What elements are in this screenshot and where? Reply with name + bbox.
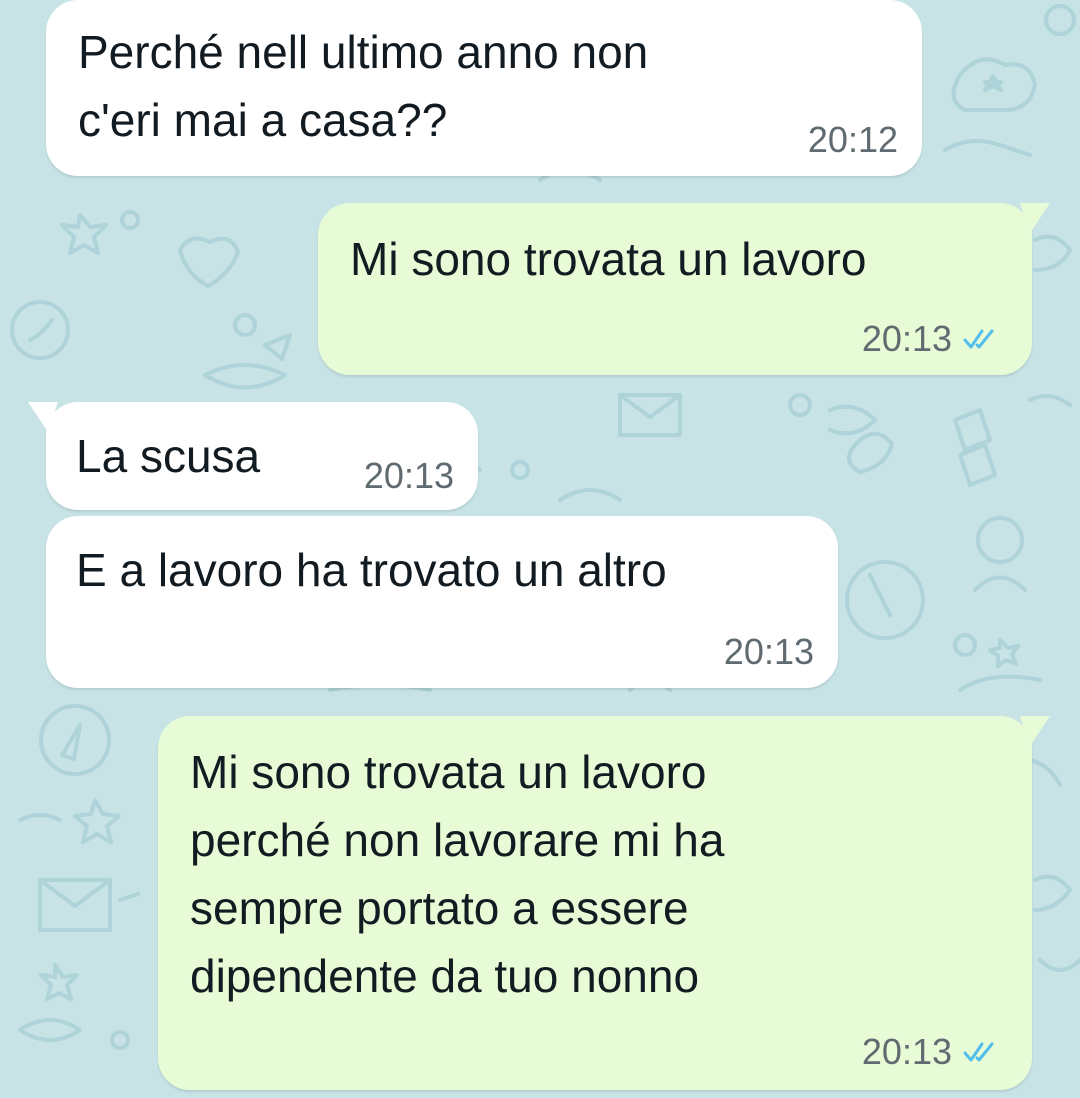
message-text-line: La scusa — [76, 430, 261, 482]
message-timestamp: 20:13 — [363, 455, 454, 496]
double-check-icon — [963, 1042, 994, 1062]
message-bubble-outgoing[interactable]: Mi sono trovata un lavoro 20:13 — [318, 203, 1050, 375]
bubble-tail — [1020, 716, 1050, 746]
bubble-tail — [1020, 203, 1050, 233]
message-bubble-incoming[interactable]: La scusa 20:13 — [28, 402, 478, 510]
message-timestamp: 20:13 — [861, 1031, 952, 1072]
message-text-line: Mi sono trovata un lavoro — [350, 233, 867, 285]
message-bubble-incoming[interactable]: E a lavoro ha trovato un altro 20:13 — [46, 516, 838, 688]
message-bubble-incoming[interactable]: Perché nell ultimo anno non c'eri mai a … — [46, 0, 922, 176]
message-text-line: sempre portato a essere — [190, 882, 689, 934]
message-text-line: dipendente da tuo nonno — [190, 950, 700, 1002]
double-check-icon — [963, 329, 994, 349]
bubble-tail — [28, 402, 58, 432]
message-text-line: Perché nell ultimo anno non — [78, 26, 649, 78]
message-text-line: perché non lavorare mi ha — [190, 814, 725, 866]
message-timestamp: 20:12 — [807, 119, 898, 160]
message-text-line: Mi sono trovata un lavoro — [190, 746, 707, 798]
message-timestamp: 20:13 — [723, 631, 814, 672]
message-text-line: c'eri mai a casa?? — [78, 94, 448, 146]
message-timestamp: 20:13 — [861, 318, 952, 359]
message-bubble-outgoing[interactable]: Mi sono trovata un lavoro perché non lav… — [158, 716, 1050, 1090]
message-text-line: E a lavoro ha trovato un altro — [76, 544, 667, 596]
